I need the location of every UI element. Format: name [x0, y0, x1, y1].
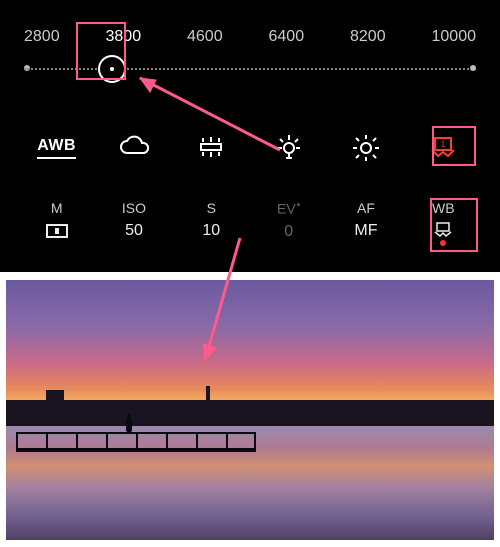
kelvin-slider-knob[interactable]	[98, 55, 126, 83]
ev-value: 0	[264, 223, 314, 241]
setting-mode[interactable]: M	[32, 200, 82, 241]
iso-value: 50	[109, 222, 159, 240]
setting-ev[interactable]: EV• 0	[264, 200, 314, 241]
kelvin-4600[interactable]: 4600	[187, 28, 223, 52]
sun-icon	[351, 133, 381, 163]
shutter-value: 10	[186, 222, 236, 240]
wb-preset-awb[interactable]: AWB	[35, 128, 79, 168]
bulb-icon	[274, 133, 304, 163]
kelvin-8200[interactable]: 8200	[350, 28, 386, 52]
wb-preset-fluorescent[interactable]	[189, 128, 233, 168]
wb-preset-cloudy[interactable]	[112, 128, 156, 168]
wb-preset-row: AWB	[0, 128, 500, 168]
photo-skyline	[6, 400, 494, 426]
center-metering-icon	[46, 224, 68, 238]
photo-person	[126, 418, 132, 432]
camera-pro-panel: 2800 3800 4600 6400 8200 10000 AWB	[0, 0, 500, 272]
custom-wb-icon: 1	[428, 135, 458, 161]
track-dots	[24, 68, 476, 70]
kelvin-slider-track[interactable]	[24, 63, 476, 75]
sample-photo	[6, 280, 494, 540]
fluorescent-icon	[197, 135, 225, 161]
kelvin-10000[interactable]: 10000	[432, 28, 477, 52]
wb-preset-incandescent[interactable]	[267, 128, 311, 168]
awb-label: AWB	[37, 137, 76, 159]
focus-label: AF	[341, 200, 391, 216]
shutter-label: S	[186, 200, 236, 216]
setting-shutter[interactable]: S 10	[186, 200, 236, 240]
wb-preset-custom[interactable]: 1	[421, 128, 465, 168]
ev-label: EV•	[264, 200, 314, 217]
photo-pier	[16, 428, 256, 454]
wb-preset-daylight[interactable]	[344, 128, 388, 168]
wb-label: WB	[418, 200, 468, 216]
mode-label: M	[32, 200, 82, 216]
setting-iso[interactable]: ISO 50	[109, 200, 159, 240]
setting-focus[interactable]: AF MF	[341, 200, 391, 240]
custom-wb-small-icon	[418, 222, 468, 246]
setting-wb[interactable]: WB	[418, 200, 468, 246]
cloud-icon	[117, 137, 151, 159]
kelvin-3800[interactable]: 3800	[106, 28, 142, 52]
wb-active-dot	[440, 240, 446, 246]
kelvin-2800[interactable]: 2800	[24, 28, 60, 52]
svg-text:1: 1	[441, 140, 446, 149]
focus-value: MF	[341, 222, 391, 240]
kelvin-scale[interactable]: 2800 3800 4600 6400 8200 10000	[0, 28, 500, 52]
kelvin-6400[interactable]: 6400	[269, 28, 305, 52]
track-max-dot	[470, 65, 476, 71]
iso-label: ISO	[109, 200, 159, 216]
settings-row: M ISO 50 S 10 EV• 0 AF MF WB	[0, 200, 500, 252]
